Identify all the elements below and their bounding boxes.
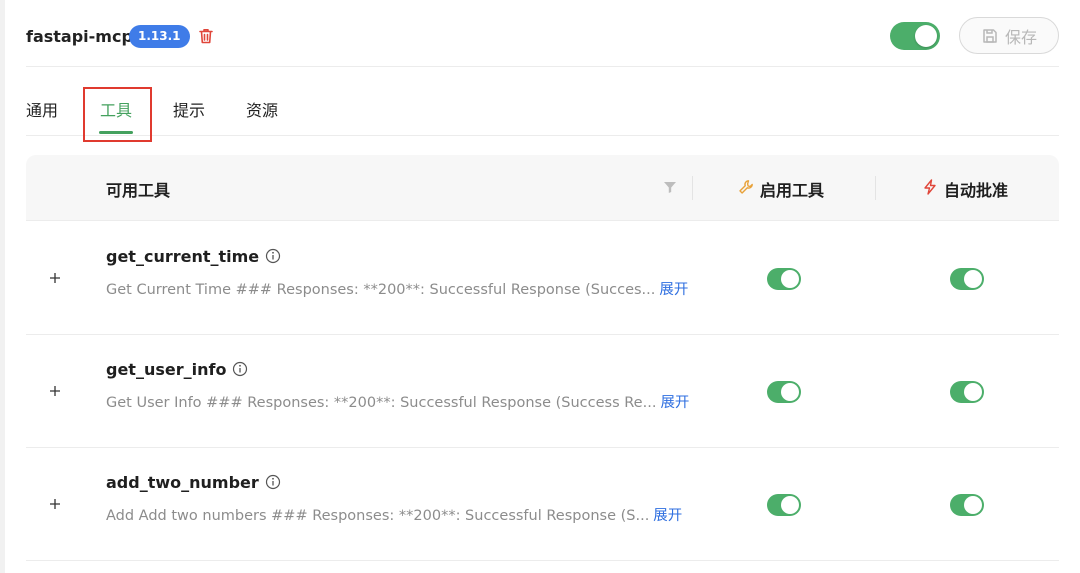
tool-name-text: add_two_number — [106, 473, 259, 492]
enable-tool-toggle[interactable] — [767, 494, 801, 516]
auto-approve-toggle[interactable] — [950, 381, 984, 403]
tool-name: add_two_number — [106, 473, 281, 492]
column-enable-tool: 启用工具 — [760, 181, 825, 200]
save-button[interactable]: 保存 — [959, 17, 1059, 54]
tool-row: get_user_info Get User Info ### Response… — [26, 335, 1059, 448]
version-badge: 1.13.1 — [129, 25, 190, 48]
tool-name: get_current_time — [106, 247, 281, 266]
column-divider — [875, 176, 876, 200]
tool-description: Get User Info ### Responses: **200**: Su… — [106, 391, 689, 412]
tool-row: get_current_time Get Current Time ### Re… — [26, 222, 1059, 335]
expand-row-button[interactable] — [47, 383, 63, 399]
info-icon[interactable] — [265, 248, 281, 264]
tab-bar: 通用 工具 提示 资源 — [26, 84, 1059, 136]
trash-icon — [199, 29, 213, 44]
tool-name-text: get_user_info — [106, 360, 227, 379]
toggle-knob — [964, 496, 982, 514]
toggle-knob — [781, 383, 799, 401]
save-icon — [983, 28, 997, 43]
tools-table-header: 可用工具 启用工具 自动批准 — [26, 155, 1059, 221]
column-available-tools: 可用工具 — [106, 181, 171, 200]
tool-description-text: Add Add two numbers ### Responses: **200… — [106, 508, 650, 524]
tab-resources[interactable]: 资源 — [246, 97, 278, 121]
auto-approve-toggle[interactable] — [950, 268, 984, 290]
expand-row-button[interactable] — [47, 496, 63, 512]
column-divider — [692, 176, 693, 200]
expand-description-link[interactable]: 展开 — [653, 508, 682, 524]
expand-description-link[interactable]: 展开 — [660, 395, 689, 411]
tool-description-text: Get Current Time ### Responses: **200**:… — [106, 282, 656, 298]
toggle-knob — [964, 270, 982, 288]
save-label: 保存 — [1004, 29, 1037, 47]
toggle-knob — [781, 496, 799, 514]
toggle-knob — [915, 25, 937, 47]
enable-tool-toggle[interactable] — [767, 268, 801, 290]
toggle-knob — [781, 270, 799, 288]
plus-icon — [50, 386, 60, 396]
server-header: fastapi-mcp 1.13.1 保存 — [26, 17, 1059, 67]
plus-icon — [50, 499, 60, 509]
window-edge — [0, 0, 5, 573]
tab-prompts[interactable]: 提示 — [173, 97, 205, 121]
expand-description-link[interactable]: 展开 — [659, 282, 688, 298]
server-enable-toggle[interactable] — [890, 22, 940, 50]
tool-row: add_two_number Add Add two numbers ### R… — [26, 448, 1059, 561]
info-icon[interactable] — [232, 361, 248, 377]
tool-name-text: get_current_time — [106, 247, 260, 266]
tool-name: get_user_info — [106, 360, 248, 379]
tab-general[interactable]: 通用 — [26, 97, 58, 121]
info-icon[interactable] — [265, 474, 281, 490]
tool-description: Add Add two numbers ### Responses: **200… — [106, 504, 682, 525]
lightning-icon — [923, 179, 937, 199]
server-name: fastapi-mcp — [26, 27, 133, 46]
tool-description-text: Get User Info ### Responses: **200**: Su… — [106, 395, 657, 411]
toggle-knob — [964, 383, 982, 401]
wrench-icon — [738, 179, 754, 199]
enable-tool-toggle[interactable] — [767, 381, 801, 403]
filter-icon[interactable] — [663, 179, 677, 198]
delete-server-button[interactable] — [196, 26, 216, 46]
tool-description: Get Current Time ### Responses: **200**:… — [106, 278, 688, 299]
column-auto-approve: 自动批准 — [944, 181, 1009, 200]
annotation-highlight-box — [83, 87, 152, 142]
auto-approve-toggle[interactable] — [950, 494, 984, 516]
plus-icon — [50, 273, 60, 283]
expand-row-button[interactable] — [47, 270, 63, 286]
